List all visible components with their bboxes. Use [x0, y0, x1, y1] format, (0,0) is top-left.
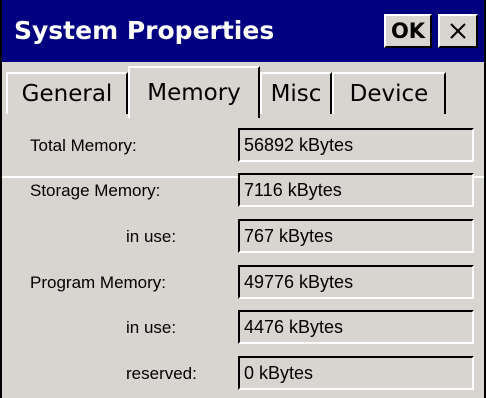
reserved-label: reserved: — [126, 364, 197, 383]
program-in-use-value: 4476 kBytes — [238, 310, 474, 344]
program-in-use-label: in use: — [126, 318, 177, 337]
total-memory-value: 56892 kBytes — [238, 128, 474, 162]
reserved-value: 0 kBytes — [238, 356, 474, 390]
system-properties-window: System Properties OK General Memory Misc… — [0, 0, 486, 398]
tab-memory[interactable]: Memory — [128, 66, 260, 118]
storage-in-use-label: in use: — [126, 227, 177, 246]
tab-device[interactable]: Device — [332, 72, 446, 114]
storage-memory-value: 7116 kBytes — [238, 173, 474, 207]
total-memory-label: Total Memory: — [30, 136, 137, 155]
storage-memory-label: Storage Memory: — [30, 181, 161, 200]
close-icon — [450, 23, 466, 39]
tab-misc[interactable]: Misc — [260, 72, 332, 114]
program-memory-label: Program Memory: — [30, 273, 167, 292]
title-bar: System Properties OK — [2, 0, 484, 62]
close-button[interactable] — [438, 14, 478, 48]
tab-general[interactable]: General — [6, 72, 128, 114]
ok-button[interactable]: OK — [384, 14, 432, 48]
window-title: System Properties — [14, 16, 275, 45]
tab-strip: General Memory Misc Device — [2, 62, 484, 178]
program-memory-value: 49776 kBytes — [238, 265, 474, 299]
storage-in-use-value: 767 kBytes — [238, 219, 474, 253]
